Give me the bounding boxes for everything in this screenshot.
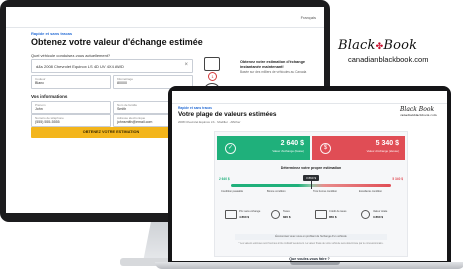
- car-icon: [225, 210, 237, 219]
- page-title: Obtenez votre valeur d'échange estimée: [31, 37, 203, 47]
- disclaimer-notes: * Les valeurs estimées sont fournies à t…: [238, 242, 384, 245]
- deduction-label: Taxes: [283, 210, 290, 213]
- logo-url: canadianblackbook.com: [348, 55, 429, 64]
- get-estimate-button[interactable]: OBTENEZ VOTRE ESTIMATION: [31, 127, 191, 138]
- segment-label: Bonne condition: [267, 190, 286, 193]
- deduction-label: Prix sans échange: [239, 210, 261, 213]
- estimate-panel: ✓ 2 640 $ Valeur d'échange (basse) $ 5 3…: [214, 131, 408, 257]
- dollar-icon: $: [320, 143, 331, 154]
- logo-text: Black Book: [400, 106, 435, 113]
- low-value-card: ✓ 2 640 $ Valeur d'échange (basse): [217, 136, 310, 160]
- logo-text-left: Black: [338, 38, 376, 53]
- total-icon: [361, 210, 370, 219]
- credit-icon: [315, 210, 327, 219]
- check-icon: ✓: [225, 143, 236, 154]
- segment-label: Condition passable: [221, 190, 244, 193]
- vehicle-question: Quel véhicule conduisez-vous actuellemen…: [31, 53, 111, 58]
- page-subtitle: Rapide et sans tracas: [178, 106, 212, 110]
- field-value: johnsmith@email.com: [117, 120, 153, 124]
- low-price: 2 640 $: [280, 140, 304, 147]
- clear-icon[interactable]: ×: [184, 62, 188, 68]
- high-price: 5 340 $: [375, 140, 399, 147]
- deduction-value: 850 $: [329, 215, 337, 219]
- logo-text-right: Book: [383, 38, 418, 53]
- next-step-question: Que voulez-vous faire ?: [289, 257, 330, 261]
- page-subtitle: Rapide et sans tracas: [31, 31, 73, 36]
- marker-tick: [311, 181, 312, 189]
- range-low-value: 2 640 $: [219, 177, 230, 181]
- page-title: Votre plage de valeurs estimées: [178, 111, 277, 118]
- step-title-cont: instantanée maintenant!: [240, 65, 284, 69]
- range-high-value: 5 340 $: [392, 177, 403, 181]
- deduction-label: Crédit de taxes: [329, 210, 347, 213]
- black-book-logo-small: Black Book canadianblackbook.com: [400, 106, 437, 117]
- highlight-line: Économisez avec nous en profitant de l'é…: [235, 234, 387, 240]
- segment-label: Très bonne condition: [313, 190, 338, 193]
- laptop-notch: [290, 262, 340, 265]
- step-title: Obtenez votre estimation d'échange: [240, 60, 306, 64]
- field-value: John: [35, 107, 43, 111]
- estimate-title: Déterminez votre propre estimation: [280, 166, 342, 170]
- top-bar: [172, 91, 447, 104]
- high-value-card: $ 5 340 $ Valeur d'échange (élevée): [312, 136, 405, 160]
- low-label: Valeur d'échange (basse): [272, 149, 304, 153]
- color-field[interactable]: Couleur Blanc: [31, 75, 111, 89]
- deduction-value: 4 860 $: [239, 215, 250, 219]
- step-text: Basée sur des milliers de véhicules au C…: [240, 70, 307, 74]
- vehicle-value: d&s 2008 Chevrolet Equinox LS 4D UV 4X4 …: [36, 64, 124, 69]
- laptop-screen: Rapide et sans tracas Votre plage de val…: [172, 91, 447, 261]
- phone-field[interactable]: Numéro de téléphone (555) 555-5555: [31, 114, 111, 127]
- vehicle-line: 2008 Chevrolet Equinox LS · Modifier · A…: [178, 120, 241, 124]
- deduction-row: Prix sans échange 4 860 $ Taxes 820 $ Cr…: [221, 208, 401, 226]
- black-book-logo: Black✤Book: [338, 38, 417, 53]
- field-value: Blanc: [35, 81, 44, 85]
- field-value: 80000: [117, 81, 127, 85]
- top-bar: [6, 7, 324, 28]
- field-value: (555) 555-5555: [35, 120, 60, 124]
- vehicle-input[interactable]: d&s 2008 Chevrolet Equinox LS 4D UV 4X4 …: [31, 59, 193, 73]
- deduction-label: Valeur totale: [373, 210, 388, 213]
- segment-label: Excellente condition: [359, 190, 383, 193]
- field-value: Smith: [117, 107, 127, 111]
- first-name-field[interactable]: Prénom John: [31, 101, 111, 114]
- deduction-value: 820 $: [283, 215, 291, 219]
- tax-icon: [271, 210, 280, 219]
- high-label: Valeur d'échange (élevée): [366, 149, 399, 153]
- step-number: 1: [208, 72, 217, 81]
- car-icon: [204, 57, 220, 71]
- info-title: Vos informations: [31, 94, 68, 99]
- logo-url: canadianblackbook.com: [400, 113, 437, 117]
- language-link[interactable]: Français: [301, 15, 316, 20]
- deduction-value: 3 860 $: [373, 215, 384, 219]
